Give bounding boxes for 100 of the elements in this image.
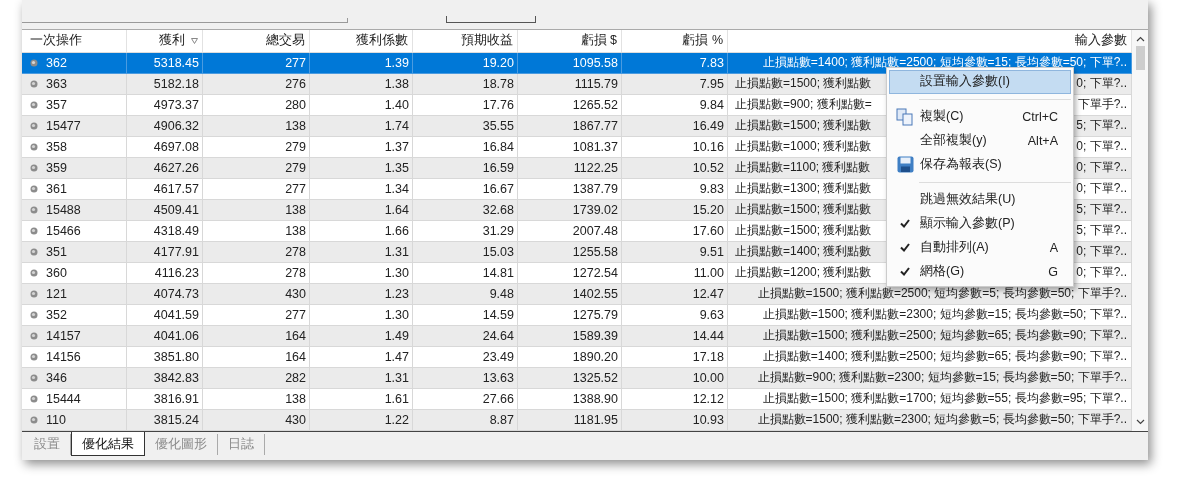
table-cell: 1.38 [384, 76, 409, 91]
table-cell: 278 [285, 244, 306, 259]
table-cell: 430 [285, 286, 306, 301]
table-cell: 279 [285, 139, 306, 154]
table-cell: 12.12 [692, 391, 724, 406]
table-cell: 9.51 [699, 244, 724, 259]
table-cell: 1.22 [384, 412, 409, 427]
column-header[interactable]: 一次操作 [22, 29, 127, 52]
table-cell: 5; 下單?.. [1075, 222, 1127, 240]
table-cell: 15444 [46, 391, 81, 406]
table-cell: 277 [285, 307, 306, 322]
table-cell: 9.83 [699, 181, 724, 196]
table-cell: 16.59 [482, 160, 514, 175]
table-row[interactable]: 346 3842.83 282 1.31 13.63 1325.52 10.00 止損點數=900; 獲利點數=2300; 短均參數=15; 長均參數=50; 下單手?.. [22, 367, 1132, 389]
scroll-down-icon[interactable] [1135, 418, 1145, 425]
table-cell: 16.67 [482, 181, 514, 196]
table-cell: 357 [46, 97, 67, 112]
table-cell: 15.20 [692, 202, 724, 217]
table-cell: 10.52 [692, 160, 724, 175]
table-cell: 1122.25 [573, 160, 618, 175]
column-header[interactable]: 獲利係數 [310, 29, 413, 52]
scroll-up-icon[interactable] [1135, 35, 1145, 42]
table-cell: 1272.54 [572, 265, 618, 280]
table-cell: 4041.06 [153, 328, 199, 343]
table-cell: 0; 下單?.. [1075, 243, 1127, 261]
table-cell: 7.83 [699, 55, 724, 70]
table-cell: 1.35 [384, 160, 409, 175]
table-cell: 止損點數=1300; 獲利點數 [734, 180, 872, 198]
table-cell: 138 [285, 223, 306, 238]
table-cell: 358 [46, 139, 67, 154]
table-cell: 277 [285, 181, 306, 196]
table-cell: 止損點數=1500; 獲利點數 [734, 75, 872, 93]
table-cell: 359 [46, 160, 67, 175]
status-dot-icon [30, 415, 38, 424]
table-cell: 31.29 [482, 223, 514, 238]
table-cell: 7.95 [699, 76, 724, 91]
status-dot-icon [30, 226, 38, 235]
table-cell: 280 [285, 97, 306, 112]
table-cell: 止損點數=1000; 獲利點數 [734, 138, 872, 156]
tab[interactable]: 優化結果 [71, 431, 145, 456]
status-dot-icon [30, 205, 38, 214]
table-cell: 17.18 [692, 349, 724, 364]
table-cell: 1181.95 [573, 412, 618, 427]
table-row[interactable]: 14157 4041.06 164 1.49 24.64 1589.39 14.44 止損點數=1500; 獲利點數=2500; 短均參數=65; 長均參數=90; 下單?.. [22, 325, 1132, 347]
table-cell: 17.76 [482, 97, 514, 112]
status-dot-icon [30, 268, 38, 277]
status-dot-icon [30, 352, 38, 361]
table-row[interactable]: 15444 3816.91 138 1.61 27.66 1388.90 12.12 止損點數=1500; 獲利點數=1700; 短均參數=55; 長均參數=95; 下單?.. [22, 388, 1132, 410]
table-cell: 止損點數=1400; 獲利點數=2500; 短均參數=15; 長均參數=50; 下單?.. [761, 54, 1127, 72]
table-cell: 9.48 [489, 286, 514, 301]
table-cell: 止損點數=1500; 獲利點數 [734, 222, 872, 240]
status-dot-icon [30, 289, 38, 298]
column-header[interactable]: 總交易 [203, 29, 310, 52]
table-row[interactable]: 110 3815.24 430 1.22 8.87 1181.95 10.93 止損點數=1500; 獲利點數=2300; 短均參數=5; 長均參數=50; 下單手?.. [22, 409, 1132, 431]
table-cell: 1325.52 [572, 370, 618, 385]
table-row[interactable]: 14156 3851.80 164 1.47 23.49 1890.20 17.18 止損點數=1400; 獲利點數=2500; 短均參數=65; 長均參數=90; 下單?.. [22, 346, 1132, 368]
table-cell: 4627.26 [153, 160, 199, 175]
table-cell: 下單手?.. [1076, 96, 1127, 114]
table-cell: 1.47 [384, 349, 409, 364]
scroll-thumb[interactable] [1135, 45, 1145, 70]
table-cell: 110 [46, 412, 66, 427]
table-cell: 止損點數=1500; 獲利點數=2500; 短均參數=5; 長均參數=50; 下單手?.. [756, 285, 1127, 303]
table-cell: 9.63 [699, 307, 724, 322]
table-cell: 360 [46, 265, 67, 280]
table-cell: 4318.49 [153, 223, 199, 238]
table-cell: 15466 [46, 223, 81, 238]
table-cell: 164 [285, 328, 306, 343]
table-cell: 1095.58 [572, 55, 618, 70]
copy-icon [896, 107, 914, 126]
table-cell: 9.84 [699, 97, 724, 112]
scrollbar[interactable] [1132, 29, 1148, 431]
table-cell: 止損點數=900; 獲利點數=2300; 短均參數=15; 長均參數=50; 下單手?.. [756, 369, 1127, 387]
table-cell: 14.59 [482, 307, 514, 322]
status-dot-icon [30, 142, 38, 151]
table-cell: 3816.91 [153, 391, 199, 406]
table-cell: 278 [285, 265, 306, 280]
table-cell: 4177.91 [153, 244, 199, 259]
table-cell: 1387.79 [572, 181, 618, 196]
table-cell: 0; 下單?.. [1075, 180, 1127, 198]
table-cell: 4074.73 [153, 286, 199, 301]
table-cell: 363 [46, 76, 67, 91]
table-cell: 15477 [46, 118, 81, 133]
table-cell: 11.00 [693, 265, 724, 280]
table-cell: 止損點數=1500; 獲利點數 [734, 117, 872, 135]
status-dot-icon [30, 58, 38, 67]
table-cell: 1.49 [384, 328, 409, 343]
table-cell: 35.55 [482, 118, 514, 133]
table-cell: 止損點數=1500; 獲利點數=2300; 短均參數=5; 長均參數=50; 下單手?.. [756, 411, 1127, 429]
menu-item[interactable]: 設置輸入參數(I) [889, 69, 1071, 94]
table-cell: 1.31 [384, 244, 409, 259]
table-cell: 4041.59 [153, 307, 199, 322]
table-row[interactable]: 352 4041.59 277 1.30 14.59 1275.79 9.63 止損點數=1500; 獲利點數=2300; 短均參數=15; 長均參數=50; 下單?.. [22, 304, 1132, 326]
status-dot-icon [30, 331, 38, 340]
column-header[interactable]: 預期收益 [413, 29, 518, 52]
column-header[interactable]: 虧損 $ [518, 29, 622, 52]
column-header[interactable]: 虧損 % [622, 29, 728, 52]
table-cell: 0; 下單?.. [1075, 75, 1127, 93]
table-cell: 止損點數=1400; 獲利點數=2500; 短均參數=65; 長均參數=90; 下單?.. [761, 348, 1127, 366]
table-cell: 止損點數=1500; 獲利點數 [734, 201, 872, 219]
column-header[interactable]: 獲利 [127, 29, 203, 52]
